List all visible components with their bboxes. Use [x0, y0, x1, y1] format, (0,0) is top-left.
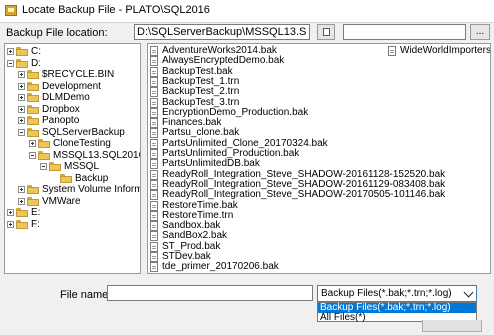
folder-icon	[16, 208, 28, 217]
file-name: WideWorldImporters-Full.	[400, 45, 491, 56]
expand-icon[interactable]	[18, 105, 25, 113]
collapse-icon[interactable]	[29, 151, 36, 159]
tree-item[interactable]: E:	[5, 207, 140, 219]
tree-item-label: VMWare	[42, 195, 81, 207]
tree-item-label: System Volume Information	[42, 184, 140, 195]
file-name-label: File name:	[60, 289, 112, 301]
expand-icon[interactable]	[18, 82, 25, 90]
folder-icon	[27, 70, 39, 79]
tree-item[interactable]: Dropbox	[5, 104, 140, 116]
browse-button[interactable]: ...	[470, 24, 490, 40]
app-icon	[5, 5, 17, 16]
expand-icon[interactable]	[18, 94, 25, 101]
tree-item[interactable]: Development	[5, 81, 140, 93]
tree-item[interactable]: VMWare	[5, 196, 140, 208]
file-name-input[interactable]	[107, 285, 313, 301]
tree-item-label: F:	[31, 218, 40, 230]
window-title: Locate Backup File - PLATO\SQL2016	[22, 4, 210, 16]
folder-icon	[27, 93, 39, 102]
tree-item-label: Development	[42, 80, 101, 92]
tree-item-label: MSSQL13.SQL2016	[53, 149, 141, 161]
collapse-icon[interactable]	[7, 59, 14, 67]
expand-icon[interactable]	[18, 71, 25, 78]
tree-item-label: Backup	[75, 172, 109, 184]
expand-icon[interactable]	[7, 48, 14, 55]
tree-item-label: D:	[31, 57, 41, 69]
collapse-icon[interactable]	[40, 163, 47, 170]
folder-icon	[60, 173, 72, 183]
tree-item[interactable]: MSSQL	[5, 161, 140, 173]
folder-icon	[16, 219, 28, 229]
folder-tree[interactable]: C: D: $RECYCLE.BIN Development DLMDemo Dropbo…	[4, 43, 141, 274]
tree-item-label: SQLServerBackup	[42, 126, 125, 138]
ok-button[interactable]	[422, 320, 482, 332]
tree-item-label: E:	[31, 207, 41, 218]
filter-input[interactable]	[343, 24, 466, 40]
expand-icon[interactable]	[18, 197, 25, 205]
folder-icon	[27, 116, 39, 125]
file-name: tde_primer_20170206.bak	[162, 261, 279, 273]
tree-item-label: C:	[31, 46, 41, 57]
expand-icon[interactable]	[7, 220, 14, 228]
chevron-down-icon	[463, 287, 474, 298]
tree-item[interactable]: CloneTesting	[5, 138, 140, 150]
file-icon	[388, 46, 396, 56]
expand-icon[interactable]	[18, 117, 25, 124]
copy-icon	[323, 28, 330, 36]
expand-icon[interactable]	[29, 140, 36, 147]
folder-icon	[27, 196, 39, 206]
collapse-icon[interactable]	[18, 128, 25, 136]
file-item[interactable]: WideWorldImporters-Full.	[388, 45, 490, 57]
folder-icon	[27, 127, 39, 137]
tree-item-label: Panopto	[42, 115, 80, 126]
tree-item[interactable]: D:	[5, 58, 140, 70]
folder-icon	[27, 185, 39, 194]
tree-item[interactable]: DLMDemo	[5, 92, 140, 104]
tree-item[interactable]: Backup	[5, 173, 140, 185]
tree-item[interactable]: F:	[5, 219, 140, 231]
tree-item-label: Dropbox	[42, 103, 80, 115]
tree-item[interactable]: Panopto	[5, 115, 140, 127]
tree-item-label: CloneTesting	[53, 138, 111, 149]
folder-icon	[16, 47, 28, 56]
title-separator	[0, 22, 494, 23]
folder-icon	[27, 104, 39, 114]
folder-icon	[27, 81, 39, 91]
file-item[interactable]: tde_primer_20170206.bak	[150, 261, 390, 273]
folder-icon	[38, 150, 50, 160]
expand-icon[interactable]	[7, 209, 14, 216]
file-type-select[interactable]: Backup Files(*.bak;*.trn;*.log)	[317, 285, 477, 302]
folder-icon	[16, 58, 28, 68]
title-bar: Locate Backup File - PLATO\SQL2016	[0, 0, 494, 22]
tree-item[interactable]: $RECYCLE.BIN	[5, 69, 140, 81]
tree-item[interactable]: System Volume Information	[5, 184, 140, 196]
tree-item[interactable]: MSSQL13.SQL2016	[5, 150, 140, 162]
tree-item-label: DLMDemo	[42, 92, 90, 103]
file-list[interactable]: AdventureWorks2014.bak AlwaysEncryptedDem…	[147, 43, 491, 274]
tree-item[interactable]: SQLServerBackup	[5, 127, 140, 139]
tree-item-label: MSSQL	[64, 161, 100, 172]
location-path-field[interactable]	[134, 24, 310, 40]
expand-icon[interactable]	[18, 186, 25, 193]
file-type-dropdown[interactable]: Backup Files(*.bak;*.trn;*.log) All File…	[317, 302, 477, 323]
file-icon	[150, 262, 158, 273]
location-label: Backup File location:	[6, 27, 108, 39]
tree-item[interactable]: C:	[5, 46, 140, 58]
tree-item-label: $RECYCLE.BIN	[42, 69, 115, 80]
file-type-selected: Backup Files(*.bak;*.trn;*.log)	[321, 288, 452, 299]
folder-icon	[38, 139, 50, 148]
copy-path-button[interactable]	[317, 24, 335, 40]
folder-icon	[49, 162, 61, 171]
